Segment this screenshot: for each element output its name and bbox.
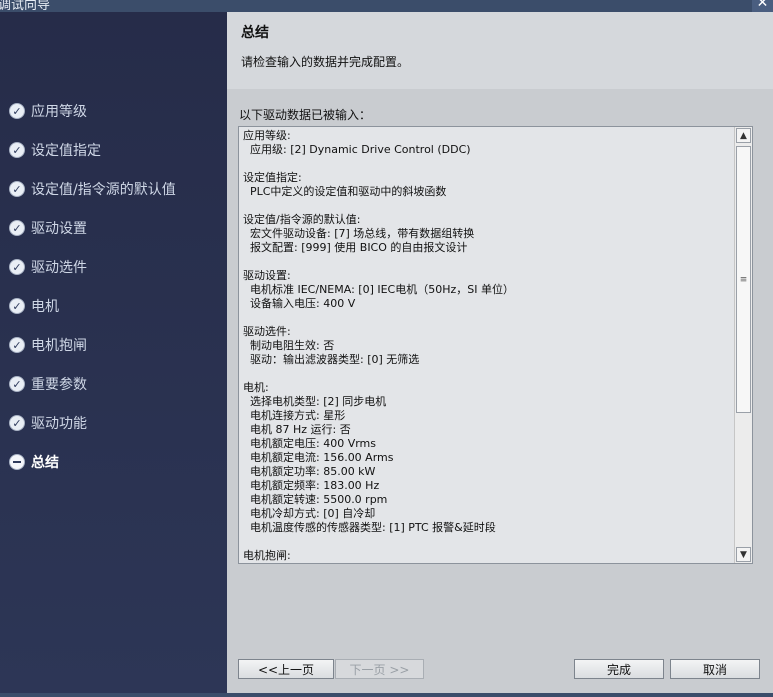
- summary-line: 制动电阻生效: 否: [243, 339, 335, 352]
- check-circle-icon: ✓: [9, 103, 25, 119]
- summary-line: 设定值指定:: [243, 171, 302, 184]
- cancel-button[interactable]: 取消: [670, 659, 760, 679]
- window-title: 调试向导: [0, 0, 51, 12]
- check-circle-icon: ✓: [9, 181, 25, 197]
- check-circle-icon: ✓: [9, 142, 25, 158]
- summary-text: 应用等级: 应用级: [2] Dynamic Drive Control (DD…: [243, 129, 733, 563]
- summary-intro-label: 以下驱动数据已被输入：: [239, 108, 372, 122]
- sidebar-item-label: 电机抱闸: [31, 338, 87, 354]
- summary-line: 驱动设置:: [243, 269, 291, 282]
- summary-line: 电机:: [243, 381, 269, 394]
- summary-line: 电机连接方式: 星形: [243, 409, 346, 422]
- current-step-icon: [9, 454, 25, 470]
- window-bottom-border: [0, 693, 773, 697]
- sidebar-item-drive-options[interactable]: ✓ 驱动选件: [9, 254, 87, 280]
- summary-line: 电机额定功率: 85.00 kW: [243, 465, 376, 478]
- sidebar-item-drive-setting[interactable]: ✓ 驱动设置: [9, 215, 87, 241]
- prev-button[interactable]: <<上一页: [238, 659, 334, 679]
- sidebar-item-label: 重要参数: [31, 377, 87, 393]
- scrollbar-thumb[interactable]: ≡: [736, 146, 751, 413]
- sidebar-item-important-params[interactable]: ✓ 重要参数: [9, 371, 87, 397]
- summary-line: 电机额定频率: 183.00 Hz: [243, 479, 380, 492]
- sidebar-item-label: 驱动功能: [31, 416, 87, 432]
- check-circle-icon: ✓: [9, 298, 25, 314]
- summary-line: 电机温度传感的传感器类型: [1] PTC 报警&延时段: [243, 521, 496, 534]
- summary-line: 电机标准 IEC/NEMA: [0] IEC电机（50Hz，SI 单位）: [243, 283, 514, 296]
- summary-line: [243, 199, 733, 213]
- summary-line: 电机抱闸:: [243, 549, 291, 562]
- sidebar-item-label: 电机: [31, 299, 59, 315]
- close-icon[interactable]: ✕: [752, 0, 773, 12]
- summary-line: 驱动选件:: [243, 325, 291, 338]
- next-button[interactable]: 下一页 >>: [335, 659, 424, 679]
- main-content: 以下驱动数据已被输入： 应用等级: 应用级: [2] Dynamic Drive…: [227, 89, 773, 697]
- grip-icon: ≡: [739, 274, 748, 285]
- check-circle-icon: ✓: [9, 376, 25, 392]
- sidebar-item-drive-functions[interactable]: ✓ 驱动功能: [9, 410, 87, 436]
- window-titlebar: 调试向导 ✕: [0, 0, 773, 12]
- sidebar-item-summary[interactable]: 总结: [9, 449, 59, 475]
- page-title: 总结: [241, 25, 269, 41]
- sidebar-item-setpoint-defaults[interactable]: ✓ 设定值/指令源的默认值: [9, 176, 176, 202]
- summary-line: [243, 535, 733, 549]
- summary-line: 应用等级:: [243, 129, 291, 142]
- summary-line: 电机冷却方式: [0] 自冷却: [243, 507, 376, 520]
- check-circle-icon: ✓: [9, 415, 25, 431]
- summary-line: 设备输入电压: 400 V: [243, 297, 356, 310]
- vertical-scrollbar[interactable]: ▲ ≡ ▼: [734, 127, 752, 563]
- summary-line: PLC中定义的设定值和驱动中的斜坡函数: [243, 185, 447, 198]
- summary-line: 报文配置: [999] 使用 BICO 的自由报文设计: [243, 241, 468, 254]
- page-subtitle: 请检查输入的数据并完成配置。: [241, 55, 410, 69]
- sidebar-item-label: 应用等级: [31, 104, 87, 120]
- scroll-up-icon[interactable]: ▲: [736, 128, 751, 143]
- finish-button[interactable]: 完成: [574, 659, 664, 679]
- summary-line: 电机额定电流: 156.00 Arms: [243, 451, 394, 464]
- summary-line: [243, 367, 733, 381]
- wizard-steps-sidebar: ✓ 应用等级 ✓ 设定值指定 ✓ 设定值/指令源的默认值 ✓ 驱动设置 ✓ 驱动…: [0, 12, 227, 697]
- sidebar-item-motor[interactable]: ✓ 电机: [9, 293, 59, 319]
- summary-line: [243, 311, 733, 325]
- summary-text-box[interactable]: 应用等级: 应用级: [2] Dynamic Drive Control (DD…: [238, 126, 753, 564]
- scroll-down-icon[interactable]: ▼: [736, 547, 751, 562]
- sidebar-item-label: 设定值指定: [31, 143, 101, 159]
- sidebar-item-label: 驱动设置: [31, 221, 87, 237]
- summary-line: 驱动：输出滤波器类型: [0] 无筛选: [243, 353, 420, 366]
- check-circle-icon: ✓: [9, 220, 25, 236]
- sidebar-item-motor-brake[interactable]: ✓ 电机抱闸: [9, 332, 87, 358]
- summary-line: 宏文件驱动设备: [7] 场总线，带有数据组转换: [243, 227, 475, 240]
- summary-line: 应用级: [2] Dynamic Drive Control (DDC): [243, 143, 471, 156]
- summary-line: 设定值/指令源的默认值:: [243, 213, 361, 226]
- sidebar-item-label: 总结: [31, 455, 59, 471]
- summary-line: 电机额定电压: 400 Vrms: [243, 437, 376, 450]
- check-circle-icon: ✓: [9, 337, 25, 353]
- summary-line: 电机额定转速: 5500.0 rpm: [243, 493, 388, 506]
- summary-line: 选择电机类型: [2] 同步电机: [243, 395, 387, 408]
- sidebar-item-label: 设定值/指令源的默认值: [31, 182, 176, 198]
- sidebar-item-setpoint[interactable]: ✓ 设定值指定: [9, 137, 101, 163]
- page-header: 总结 请检查输入的数据并完成配置。: [227, 12, 773, 89]
- sidebar-item-application-class[interactable]: ✓ 应用等级: [9, 98, 87, 124]
- sidebar-item-label: 驱动选件: [31, 260, 87, 276]
- summary-line: 电机 87 Hz 运行: 否: [243, 423, 351, 436]
- summary-line: [243, 255, 733, 269]
- summary-line: [243, 157, 733, 171]
- check-circle-icon: ✓: [9, 259, 25, 275]
